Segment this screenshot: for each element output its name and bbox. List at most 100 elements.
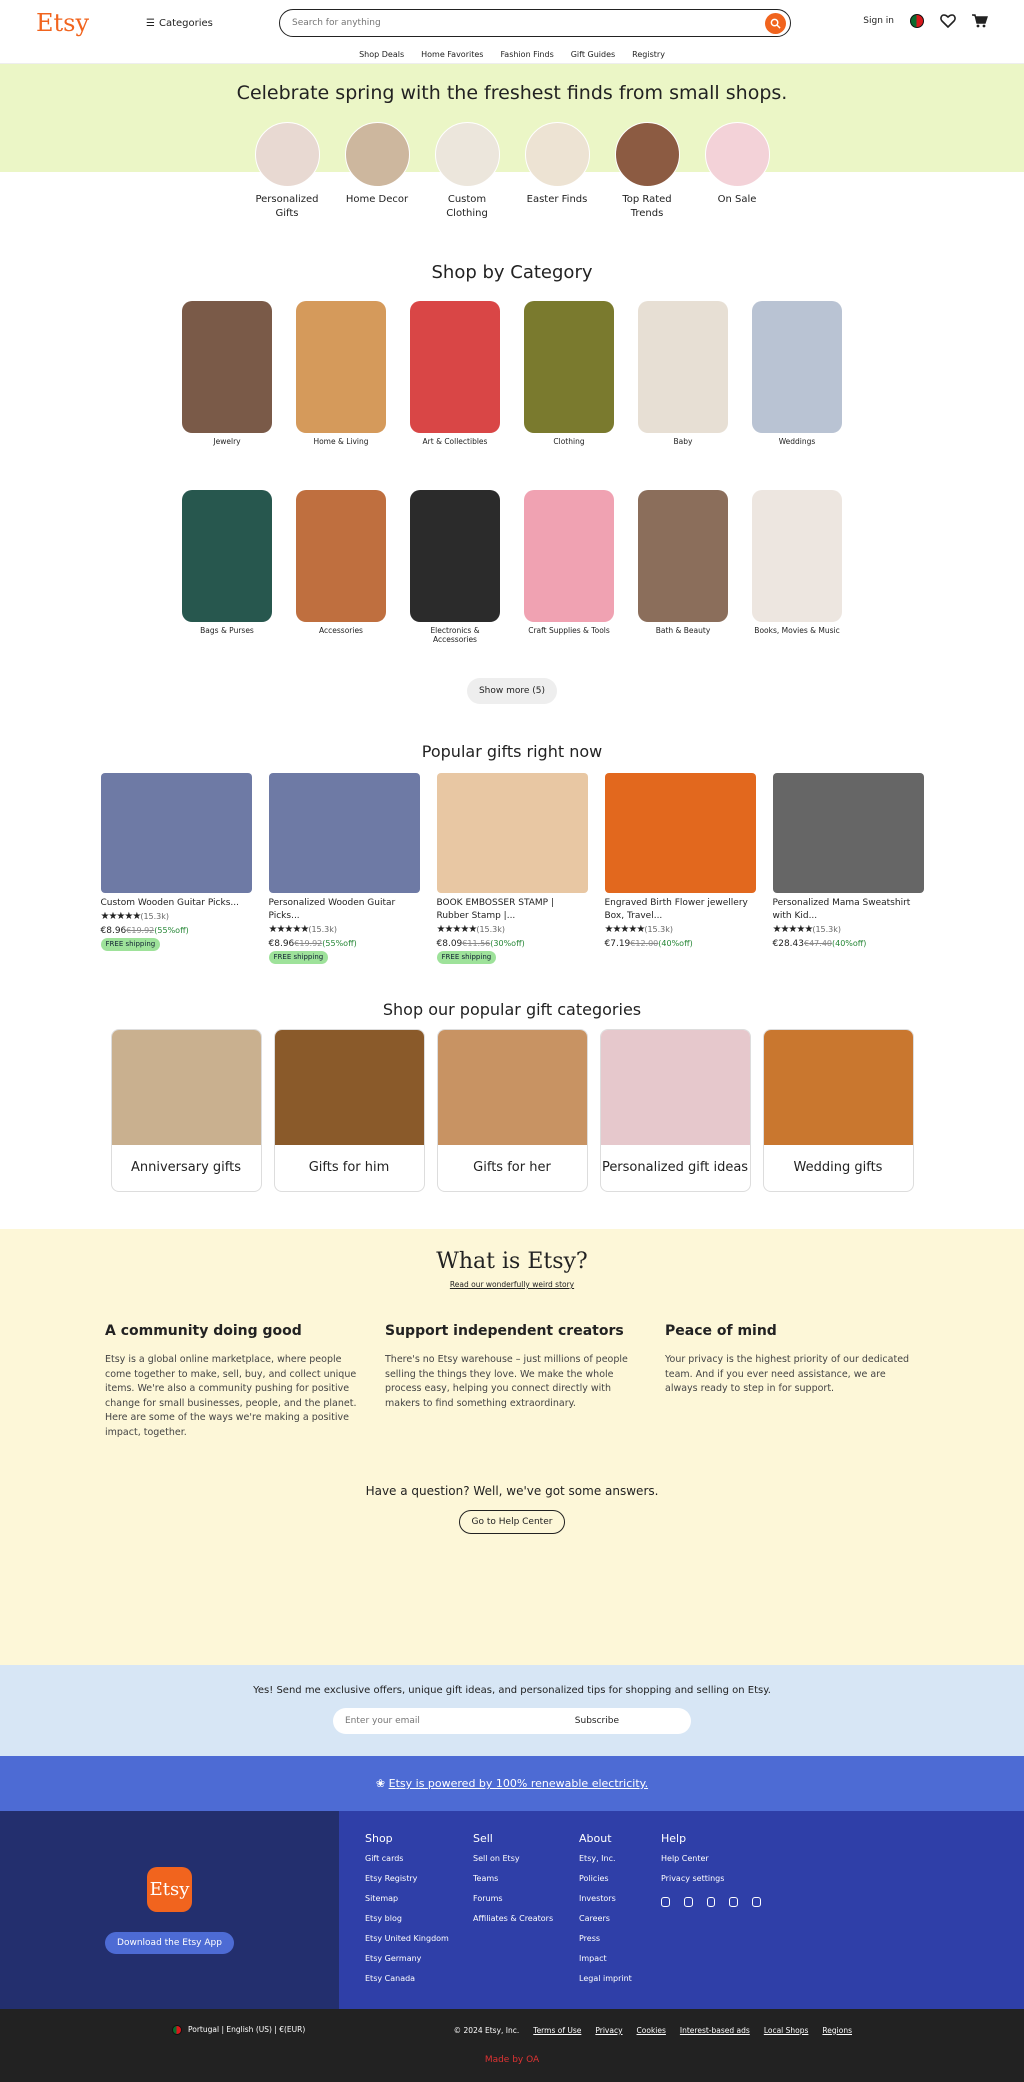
subnav-item[interactable]: Fashion Finds xyxy=(500,50,553,59)
email-input[interactable]: Enter your email xyxy=(345,1716,420,1726)
gift-category-card[interactable]: Gifts for him xyxy=(273,1029,425,1192)
footer-link[interactable]: Help Center xyxy=(661,1849,761,1869)
youtube-icon[interactable] xyxy=(752,1897,761,1907)
legal-link[interactable]: Regions xyxy=(822,2026,852,2035)
footer-link[interactable]: Impact xyxy=(579,1949,661,1969)
legal-link[interactable]: Cookies xyxy=(637,2026,666,2035)
gift-card[interactable]: Personalized Mama Sweatshirt with Kid...… xyxy=(772,773,924,964)
footer-link[interactable]: Policies xyxy=(579,1869,661,1889)
gift-discount: (30%off) xyxy=(490,939,525,948)
region-selector[interactable]: Portugal | English (US) | €(EUR) xyxy=(172,2025,305,2035)
footer-link[interactable]: Etsy Canada xyxy=(365,1969,473,1989)
subnav-item[interactable]: Registry xyxy=(632,50,665,59)
category-card[interactable]: Jewelry xyxy=(182,301,272,446)
gift-category-card[interactable]: Wedding gifts xyxy=(762,1029,914,1192)
category-image xyxy=(410,301,500,433)
hero-circle-item[interactable]: On Sale xyxy=(704,122,770,221)
category-card[interactable]: Bath & Beauty xyxy=(638,490,728,644)
gift-card[interactable]: BOOK EMBOSSER STAMP | Rubber Stamp |... ★… xyxy=(436,773,588,964)
category-card[interactable]: Clothing xyxy=(524,301,614,446)
footer-link[interactable]: Etsy United Kingdom xyxy=(365,1929,473,1949)
categories-button[interactable]: ☰ Categories xyxy=(146,18,286,29)
gift-category-card[interactable]: Gifts for her xyxy=(436,1029,588,1192)
footer-link[interactable]: Affiliates & Creators xyxy=(473,1909,579,1929)
category-card[interactable]: Weddings xyxy=(752,301,842,446)
footer-link[interactable]: Etsy blog xyxy=(365,1909,473,1929)
footer-link[interactable]: Gift cards xyxy=(365,1849,473,1869)
hero-circle-item[interactable]: Easter Finds xyxy=(524,122,590,221)
footer-link[interactable]: Investors xyxy=(579,1889,661,1909)
footer-link[interactable]: Sitemap xyxy=(365,1889,473,1909)
story-link[interactable]: Read our wonderfully weird story xyxy=(0,1280,1024,1289)
hero-circle-item[interactable]: Home Decor xyxy=(344,122,410,221)
free-shipping-badge: FREE shipping xyxy=(100,938,161,951)
header: Etsy ☰ Categories Sign in xyxy=(0,0,1024,46)
gift-category-card[interactable]: Anniversary gifts xyxy=(110,1029,262,1192)
gift-card[interactable]: Custom Wooden Guitar Picks... ★★★★★(15.3k… xyxy=(100,773,252,964)
legal-link[interactable]: Terms of Use xyxy=(533,2026,581,2035)
legal-link[interactable]: Interest-based ads xyxy=(680,2026,750,2035)
gift-title: Custom Wooden Guitar Picks... xyxy=(100,898,240,908)
footer-links: Shop Gift cards Etsy Registry Sitemap Etsy b… xyxy=(339,1811,1024,2009)
sign-in-link[interactable]: Sign in xyxy=(863,16,894,26)
subnav-item[interactable]: Gift Guides xyxy=(571,50,615,59)
legal-link[interactable]: Local Shops xyxy=(764,2026,809,2035)
search-input[interactable] xyxy=(292,18,765,28)
region-label: Portugal | English (US) | €(EUR) xyxy=(188,2025,306,2034)
hero-circle-item[interactable]: Top Rated Trends xyxy=(614,122,680,221)
footer-link[interactable]: Legal imprint xyxy=(579,1969,661,1989)
portugal-flag-icon xyxy=(172,2025,182,2035)
footer-link[interactable]: Etsy Germany xyxy=(365,1949,473,1969)
footer-link[interactable]: Etsy, Inc. xyxy=(579,1849,661,1869)
gift-title: BOOK EMBOSSER STAMP | Rubber Stamp |... xyxy=(436,898,554,921)
search-button[interactable] xyxy=(765,12,786,34)
footer-link[interactable]: Teams xyxy=(473,1869,579,1889)
category-card[interactable]: Books, Movies & Music xyxy=(752,490,842,644)
category-label: Baby xyxy=(673,437,693,446)
footer-link[interactable]: Sell on Etsy xyxy=(473,1849,579,1869)
footer-link[interactable]: Forums xyxy=(473,1889,579,1909)
show-more-button[interactable]: Show more (5) xyxy=(466,678,558,704)
category-card[interactable]: Electronics & Accessories xyxy=(410,490,500,644)
hero-circle-label: Top Rated Trends xyxy=(622,194,672,219)
instagram-icon[interactable] xyxy=(661,1897,670,1907)
legal-link[interactable]: Privacy xyxy=(595,2026,622,2035)
etsy-logo[interactable]: Etsy xyxy=(36,9,146,37)
footer-link[interactable]: Careers xyxy=(579,1909,661,1929)
portugal-flag-icon[interactable] xyxy=(910,14,924,28)
twitter-icon[interactable] xyxy=(729,1897,739,1907)
download-app-button[interactable]: Download the Etsy App xyxy=(105,1931,234,1954)
pinterest-icon[interactable] xyxy=(706,1897,716,1907)
hero-circle-item[interactable]: Custom Clothing xyxy=(434,122,500,221)
categories-label: Categories xyxy=(158,17,213,29)
search-icon xyxy=(770,18,781,29)
category-card[interactable]: Bags & Purses xyxy=(182,490,272,644)
category-card[interactable]: Accessories xyxy=(296,490,386,644)
gift-category-card[interactable]: Personalized gift ideas xyxy=(599,1029,751,1192)
category-card[interactable]: Craft Supplies & Tools xyxy=(524,490,614,644)
category-card[interactable]: Art & Collectibles xyxy=(410,301,500,446)
category-card[interactable]: Baby xyxy=(638,301,728,446)
hero-circle-image xyxy=(344,122,410,187)
cart-icon[interactable] xyxy=(972,14,988,28)
category-card[interactable]: Home & Living xyxy=(296,301,386,446)
hero-circle-item[interactable]: Personalized Gifts xyxy=(254,122,320,221)
gift-card[interactable]: Engraved Birth Flower jewellery Box, Tra… xyxy=(604,773,756,964)
subscribe-button[interactable]: Subscribe xyxy=(575,1716,679,1726)
hero-circle-label: Home Decor xyxy=(345,194,409,205)
subnav-item[interactable]: Home Favorites xyxy=(421,50,483,59)
footer-link[interactable]: Privacy settings xyxy=(661,1869,761,1889)
category-image xyxy=(296,301,386,433)
facebook-icon[interactable] xyxy=(683,1897,693,1907)
gift-card[interactable]: Personalized Wooden Guitar Picks... ★★★★★… xyxy=(268,773,420,964)
footer-link[interactable]: Etsy Registry xyxy=(365,1869,473,1889)
renewable-link[interactable]: Etsy is powered by 100% renewable electr… xyxy=(389,1777,648,1790)
footer-link[interactable]: Press xyxy=(579,1929,661,1949)
gift-price: €7.19 xyxy=(604,939,631,949)
gift-rating: ★★★★★(15.3k) xyxy=(605,923,756,937)
sub-navigation: Shop Deals Home Favorites Fashion Finds … xyxy=(0,46,1024,64)
help-center-button[interactable]: Go to Help Center xyxy=(458,1510,566,1534)
heart-icon[interactable] xyxy=(940,14,956,28)
subnav-item[interactable]: Shop Deals xyxy=(359,50,404,59)
what-column-heading: A community doing good xyxy=(105,1323,302,1339)
